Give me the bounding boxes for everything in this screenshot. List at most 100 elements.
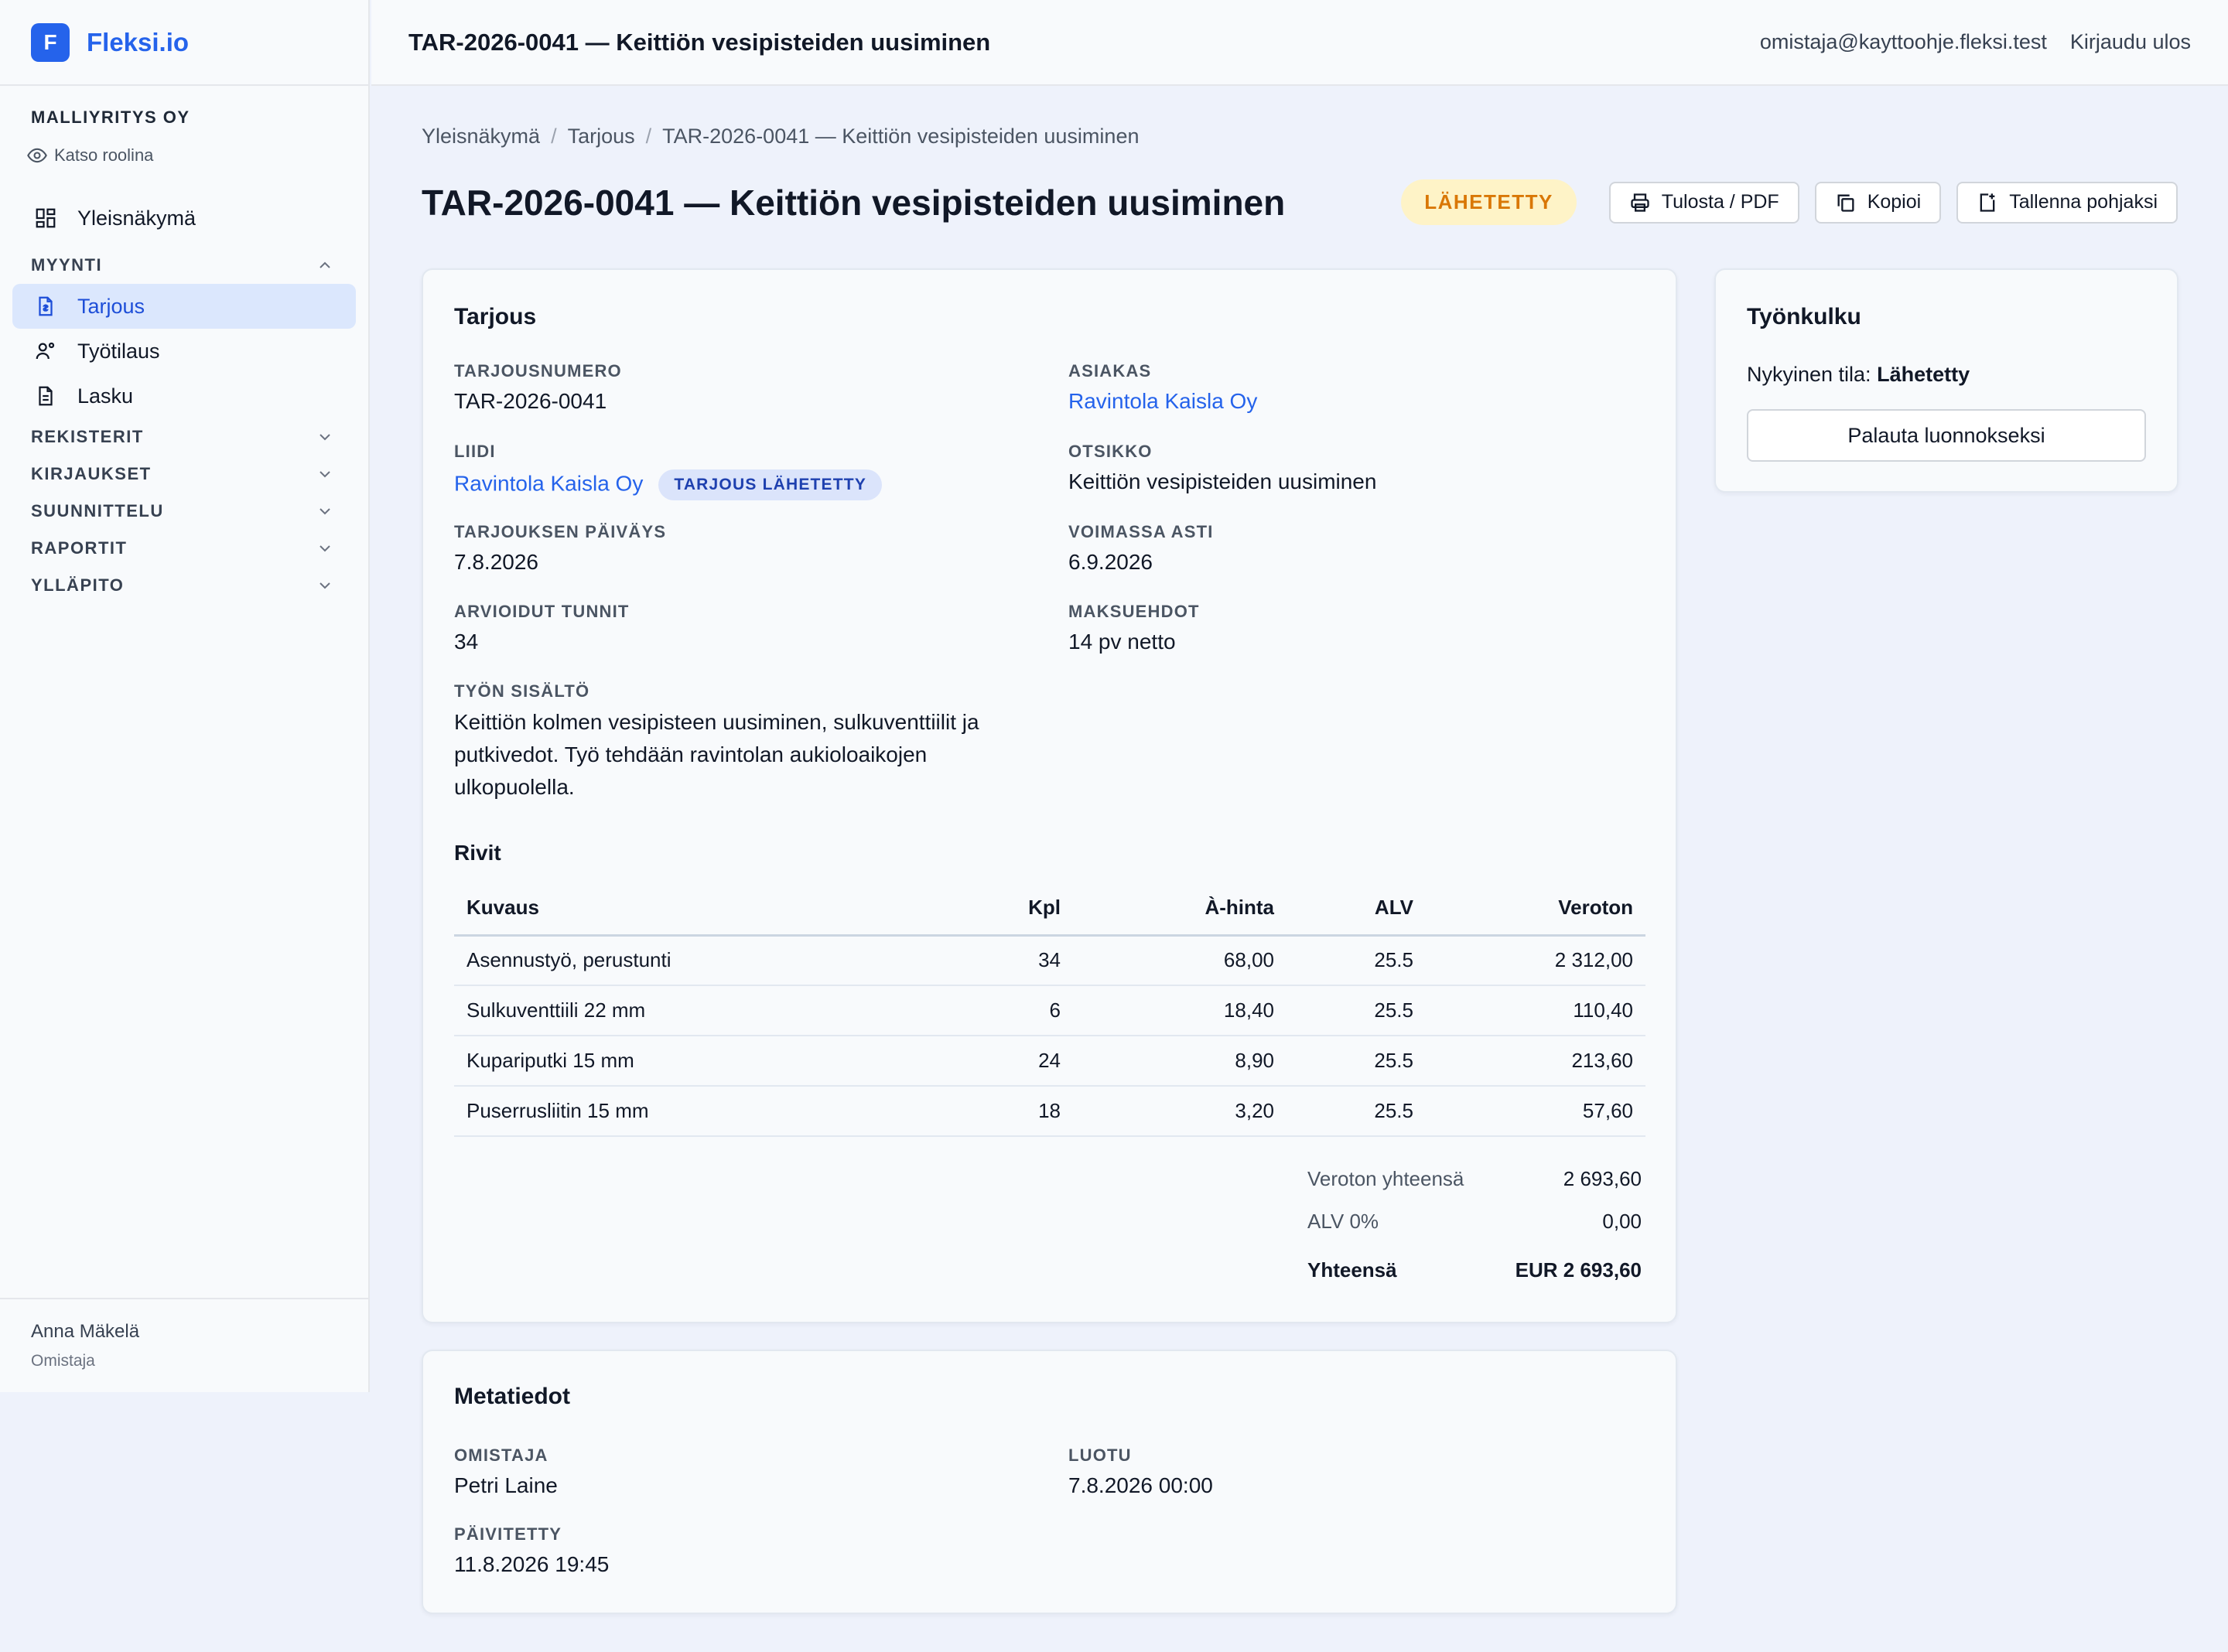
cell-unit-price: 18,40 bbox=[1073, 985, 1274, 1036]
cell-net: 110,40 bbox=[1413, 985, 1645, 1036]
breadcrumb: Yleisnäkymä / Tarjous / TAR-2026-0041 — … bbox=[422, 125, 2178, 148]
sidebar-section-reports[interactable]: RAPORTIT bbox=[0, 530, 368, 567]
field-owner: OMISTAJA Petri Laine bbox=[454, 1446, 558, 1498]
print-pdf-button[interactable]: Tulosta / PDF bbox=[1608, 181, 1799, 224]
cell-quantity: 6 bbox=[949, 985, 1073, 1036]
sidebar-section-registers[interactable]: REKISTERIT bbox=[0, 418, 368, 456]
card-title: Tarjous bbox=[454, 304, 537, 329]
printer-icon bbox=[1631, 193, 1649, 212]
sidebar-section-entries[interactable]: KIRJAUKSET bbox=[0, 456, 368, 493]
customer-link[interactable]: Ravintola Kaisla Oy bbox=[1068, 389, 1257, 414]
field-customer: ASIAKAS Ravintola Kaisla Oy bbox=[1068, 361, 1257, 414]
metadata-card: Metatiedot OMISTAJA Petri Laine LUOTU 7.… bbox=[422, 1350, 1677, 1614]
field-value: Keittiön vesipisteiden uusiminen bbox=[1068, 469, 1377, 493]
button-label: Kopioi bbox=[1867, 191, 1922, 213]
sidebar-item-label: Työtilaus bbox=[77, 339, 160, 363]
button-label: Tallenna pohjaksi bbox=[2009, 191, 2158, 213]
field-label: ARVIOIDUT TUNNIT bbox=[454, 602, 630, 621]
brand[interactable]: F Fleksi.io bbox=[0, 0, 368, 86]
rows-table: Kuvaus Kpl À-hinta ALV Veroton Asennusty… bbox=[454, 881, 1645, 1137]
chevron-down-icon bbox=[320, 434, 330, 441]
field-label: PÄIVITETTY bbox=[454, 1524, 562, 1544]
lead-link[interactable]: Ravintola Kaisla Oy bbox=[454, 471, 643, 495]
copy-button[interactable]: Kopioi bbox=[1814, 181, 1942, 224]
table-row: Puserrusliitin 15 mm 18 3,20 25.5 57,60 bbox=[454, 1086, 1645, 1137]
section-label: KIRJAUKSET bbox=[31, 464, 152, 483]
section-label: SUUNNITTELU bbox=[31, 501, 164, 521]
rows-title: Rivit bbox=[454, 841, 501, 865]
cell-description: Asennustyö, perustunti bbox=[454, 935, 949, 986]
column-header: Kuvaus bbox=[454, 881, 949, 937]
copy-icon bbox=[1837, 194, 1854, 212]
grand-total-row: Yhteensä EUR 2 693,60 bbox=[1307, 1258, 1642, 1282]
breadcrumb-item-offer[interactable]: Tarjous bbox=[568, 125, 635, 148]
table-row: Sulkuventtiili 22 mm 6 18,40 25.5 110,40 bbox=[454, 985, 1645, 1036]
page-title: TAR-2026-0041 — Keittiön vesipisteiden u… bbox=[422, 182, 1286, 223]
section-label: REKISTERIT bbox=[31, 427, 144, 446]
card-title: Työnkulku bbox=[1747, 304, 1861, 329]
status-badge: LÄHETETTY bbox=[1401, 179, 1577, 225]
dashboard-icon bbox=[36, 208, 56, 228]
cell-vat: 25.5 bbox=[1274, 935, 1413, 986]
table-row: Kupariputki 15 mm 24 8,90 25.5 213,60 bbox=[454, 1036, 1645, 1087]
user-card[interactable]: Anna Mäkelä Omistaja bbox=[0, 1298, 368, 1392]
sidebar: F Fleksi.io MALLIYRITYS OY Katso roolina… bbox=[0, 0, 370, 1392]
field-label: MAKSUEHDOT bbox=[1068, 602, 1200, 621]
sidebar-section-planning[interactable]: SUUNNITTELU bbox=[0, 493, 368, 530]
breadcrumb-separator: / bbox=[645, 125, 652, 148]
field-label: OTSIKKO bbox=[1068, 442, 1153, 461]
revert-to-draft-button[interactable]: Palauta luonnokseksi bbox=[1747, 409, 2146, 462]
sidebar-section-sales[interactable]: MYYNTI bbox=[0, 247, 368, 284]
grand-total-value: EUR 2 693,60 bbox=[1515, 1258, 1642, 1282]
logout-link[interactable]: Kirjaudu ulos bbox=[2070, 30, 2191, 54]
table-row: Asennustyö, perustunti 34 68,00 25.5 2 3… bbox=[454, 935, 1645, 986]
field-label: LIIDI bbox=[454, 442, 496, 461]
field-value: Ravintola Kaisla Oy TARJOUS LÄHETETTY bbox=[454, 469, 883, 500]
sidebar-item-offer[interactable]: Tarjous bbox=[12, 284, 356, 329]
field-label: TARJOUKSEN PÄIVÄYS bbox=[454, 522, 667, 541]
user-role: Omistaja bbox=[31, 1352, 95, 1370]
save-as-template-button[interactable]: Tallenna pohjaksi bbox=[1956, 181, 2178, 224]
sidebar-item-overview[interactable]: Yleisnäkymä bbox=[12, 196, 356, 241]
cell-net: 213,60 bbox=[1413, 1036, 1645, 1087]
lead-status-badge: TARJOUS LÄHETETTY bbox=[658, 469, 883, 500]
field-value: Keittiön kolmen vesipisteen uusiminen, s… bbox=[454, 710, 979, 799]
column-header: À-hinta bbox=[1073, 881, 1274, 937]
sidebar-item-invoice[interactable]: Lasku bbox=[12, 374, 356, 418]
net-total-label: Veroton yhteensä bbox=[1307, 1167, 1464, 1190]
user-email: omistaja@kayttoohje.fleksi.test bbox=[1759, 30, 2047, 53]
document-icon bbox=[39, 386, 53, 406]
current-state: Nykyinen tila: Lähetetty bbox=[1747, 363, 1970, 387]
breadcrumb-item-overview[interactable]: Yleisnäkymä bbox=[422, 125, 540, 148]
field-label: VOIMASSA ASTI bbox=[1068, 522, 1214, 541]
sidebar-section-admin[interactable]: YLLÄPITO bbox=[0, 567, 368, 604]
sidebar-item-work-order[interactable]: Työtilaus bbox=[12, 329, 356, 374]
field-offer-number: TARJOUSNUMERO TAR-2026-0041 bbox=[454, 361, 622, 414]
chevron-up-icon bbox=[320, 261, 330, 268]
section-label: MYYNTI bbox=[31, 255, 103, 275]
sidebar-nav: Yleisnäkymä MYYNTI Tarjous Työtilaus Las… bbox=[0, 196, 368, 604]
user-name: Anna Mäkelä bbox=[31, 1321, 140, 1342]
field-updated: PÄIVITETTY 11.8.2026 19:45 bbox=[454, 1524, 609, 1577]
view-as-role-label: Katso roolina bbox=[54, 145, 154, 165]
cell-net: 57,60 bbox=[1413, 1086, 1645, 1137]
field-work-content: TYÖN SISÄLTÖ Keittiön kolmen vesipisteen… bbox=[454, 681, 1027, 804]
topbar: TAR-2026-0041 — Keittiön vesipisteiden u… bbox=[371, 0, 2228, 86]
cell-description: Kupariputki 15 mm bbox=[454, 1036, 949, 1087]
view-as-role-link[interactable]: Katso roolina bbox=[26, 145, 368, 166]
cell-quantity: 24 bbox=[949, 1036, 1073, 1087]
field-valid-until: VOIMASSA ASTI 6.9.2026 bbox=[1068, 522, 1214, 575]
vat-label: ALV 0% bbox=[1307, 1210, 1379, 1233]
chevron-down-icon bbox=[320, 545, 330, 552]
cell-quantity: 18 bbox=[949, 1086, 1073, 1137]
cell-vat: 25.5 bbox=[1274, 985, 1413, 1036]
brand-name: Fleksi.io bbox=[87, 27, 190, 56]
breadcrumb-item-current: TAR-2026-0041 — Keittiön vesipisteiden u… bbox=[662, 125, 1140, 148]
field-value: Petri Laine bbox=[454, 1473, 558, 1497]
offer-card: Tarjous TARJOUSNUMERO TAR-2026-0041 ASIA… bbox=[422, 268, 1677, 1323]
field-lead: LIIDI Ravintola Kaisla Oy TARJOUS LÄHETET… bbox=[454, 442, 883, 500]
sidebar-item-label: Tarjous bbox=[77, 294, 145, 318]
field-value: 7.8.2026 bbox=[454, 550, 538, 574]
main-content: Yleisnäkymä / Tarjous / TAR-2026-0041 — … bbox=[422, 86, 2178, 225]
topbar-user-area: omistaja@kayttoohje.fleksi.test Kirjaudu… bbox=[1760, 30, 2191, 54]
